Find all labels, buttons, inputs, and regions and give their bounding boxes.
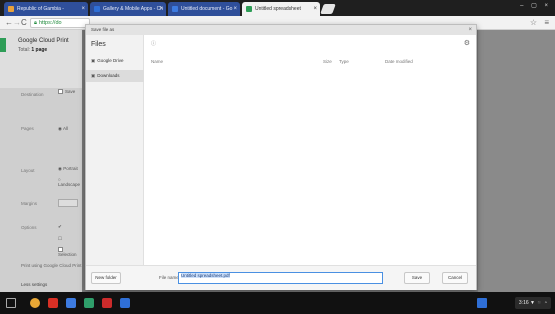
filename-input[interactable]: Untitled spreadsheet.pdf (178, 272, 383, 284)
destination-label: Destination (21, 92, 44, 97)
layout-portrait-text: Portrait (63, 166, 78, 171)
favicon-icon (172, 5, 178, 12)
system-tray[interactable]: 3:16 ▼ ◾ ◔ (514, 297, 551, 309)
selection-text: Selection (58, 252, 77, 258)
back-icon[interactable]: ← (5, 18, 13, 27)
margins-label: Margins (21, 201, 38, 206)
tab-gallery[interactable]: Gallery & Mobile Apps - Ch × (90, 2, 166, 16)
drive-icon[interactable] (84, 298, 94, 308)
close-icon[interactable]: × (468, 25, 472, 35)
save-file-dialog: Save file as × Files ▣ Google Drive ▣ Down… (85, 24, 477, 290)
column-name[interactable]: Name (151, 59, 163, 64)
options-label: Options (21, 225, 37, 230)
favicon-icon (94, 5, 100, 12)
destination-text: Save (65, 89, 76, 94)
lock-icon: 🔒︎ (34, 20, 37, 26)
cloud-print-link[interactable]: Print using Google Cloud Print (21, 263, 82, 268)
pages-all-text: All (62, 126, 68, 131)
close-tab-icon[interactable]: × (233, 2, 237, 16)
dialog-titlebar: Save file as × (86, 25, 476, 35)
print-header: Google Cloud Print Total: 1 page (0, 30, 82, 88)
print-page-count: Total: 1 page (18, 47, 47, 53)
layout-portrait-radio[interactable]: ◉ Portrait (58, 166, 78, 172)
filename-label: File name: (159, 275, 181, 280)
youtube-icon[interactable] (102, 298, 112, 308)
gear-icon[interactable]: ⚙ (464, 39, 470, 47)
options-check-1[interactable]: ✔ (58, 224, 62, 230)
tab-gambia[interactable]: Republic of Gambia - × (4, 2, 88, 16)
options-check-2[interactable]: ☐ (58, 236, 62, 242)
sidebar-item-google-drive[interactable]: ▣ Google Drive (86, 55, 144, 67)
bookmark-star-icon[interactable]: ☆ (530, 18, 537, 27)
gmail-icon[interactable] (48, 298, 58, 308)
tab-label: Untitled spreadsheet (255, 6, 301, 12)
save-button[interactable]: Save (404, 272, 430, 284)
notification-icon[interactable] (477, 298, 487, 308)
new-folder-button[interactable]: New folder (91, 272, 121, 284)
less-settings-link[interactable]: Less settings (21, 282, 47, 287)
menu-icon[interactable]: ≡ (544, 18, 549, 27)
filename-value: Untitled spreadsheet.pdf (181, 273, 230, 278)
column-date-modified[interactable]: Date modified (385, 59, 413, 64)
reload-icon[interactable]: C (21, 18, 27, 27)
favicon-icon (246, 5, 252, 12)
dialog-footer: New folder File name: Untitled spreadshe… (86, 265, 476, 290)
close-tab-icon[interactable]: × (81, 2, 85, 16)
column-type[interactable]: Type (339, 59, 349, 64)
sheets-app-icon (0, 38, 6, 52)
pages-all-radio[interactable]: ◉ All (58, 126, 68, 132)
folder-icon: ▣ (91, 73, 96, 78)
launcher-icon[interactable] (6, 298, 16, 308)
tab-strip: Republic of Gambia - × Gallery & Mobile A… (0, 0, 555, 16)
print-settings-panel: Google Cloud Print Total: 1 page Destina… (0, 30, 82, 292)
url-text: https://do (38, 20, 62, 26)
tab-spreadsheet[interactable]: Untitled spreadsheet × (242, 2, 320, 16)
taskbar: 3:16 ▼ ◾ ◔ (0, 292, 555, 314)
close-tab-icon[interactable]: × (313, 2, 317, 16)
new-tab-button[interactable] (320, 4, 336, 14)
printer-icon (58, 89, 63, 95)
page-count-prefix: Total: (18, 47, 30, 53)
tab-label: Untitled document - Go (181, 6, 233, 12)
layout-landscape-radio[interactable]: ○ Landscape (58, 177, 82, 187)
drive-icon: ▣ (91, 58, 96, 63)
close-tab-icon[interactable]: × (159, 2, 163, 16)
docs-icon[interactable] (66, 298, 76, 308)
print-preview-area (478, 30, 555, 292)
destination-value[interactable]: Save (58, 89, 76, 95)
selection-checkbox[interactable]: Selection (58, 247, 82, 257)
info-icon: ⓘ (151, 41, 157, 47)
column-size[interactable]: Size (323, 59, 332, 64)
files-icon[interactable] (120, 298, 130, 308)
sidebar-item-label: Google Drive (97, 58, 124, 63)
address-bar[interactable]: 🔒︎ https://do (30, 18, 90, 28)
sidebar-item-downloads[interactable]: ▣ Downloads (86, 70, 144, 82)
chrome-icon[interactable] (30, 298, 40, 308)
forward-icon[interactable]: → (13, 18, 21, 27)
tab-document[interactable]: Untitled document - Go × (168, 2, 240, 16)
layout-label: Layout (21, 168, 35, 173)
dialog-sidebar: Files ▣ Google Drive ▣ Downloads (86, 35, 144, 289)
dialog-title: Save file as (91, 27, 115, 32)
tab-label: Republic of Gambia - (17, 6, 64, 12)
layout-landscape-text: Landscape (58, 182, 81, 187)
file-list-area[interactable]: ⓘ ⚙ Name Size Type Date modified (145, 35, 476, 265)
margins-select[interactable] (58, 199, 78, 207)
cancel-button[interactable]: Cancel (442, 272, 468, 284)
window-controls[interactable]: ‒ ▢ × (520, 2, 551, 9)
print-title: Google Cloud Print (18, 38, 69, 44)
sidebar-item-label: Downloads (97, 73, 120, 78)
pages-label: Pages (21, 126, 34, 131)
page-count-value: 1 page (31, 47, 48, 53)
favicon-icon (8, 5, 14, 12)
sidebar-title: Files (91, 41, 106, 48)
tab-label: Gallery & Mobile Apps - Ch (103, 6, 164, 12)
